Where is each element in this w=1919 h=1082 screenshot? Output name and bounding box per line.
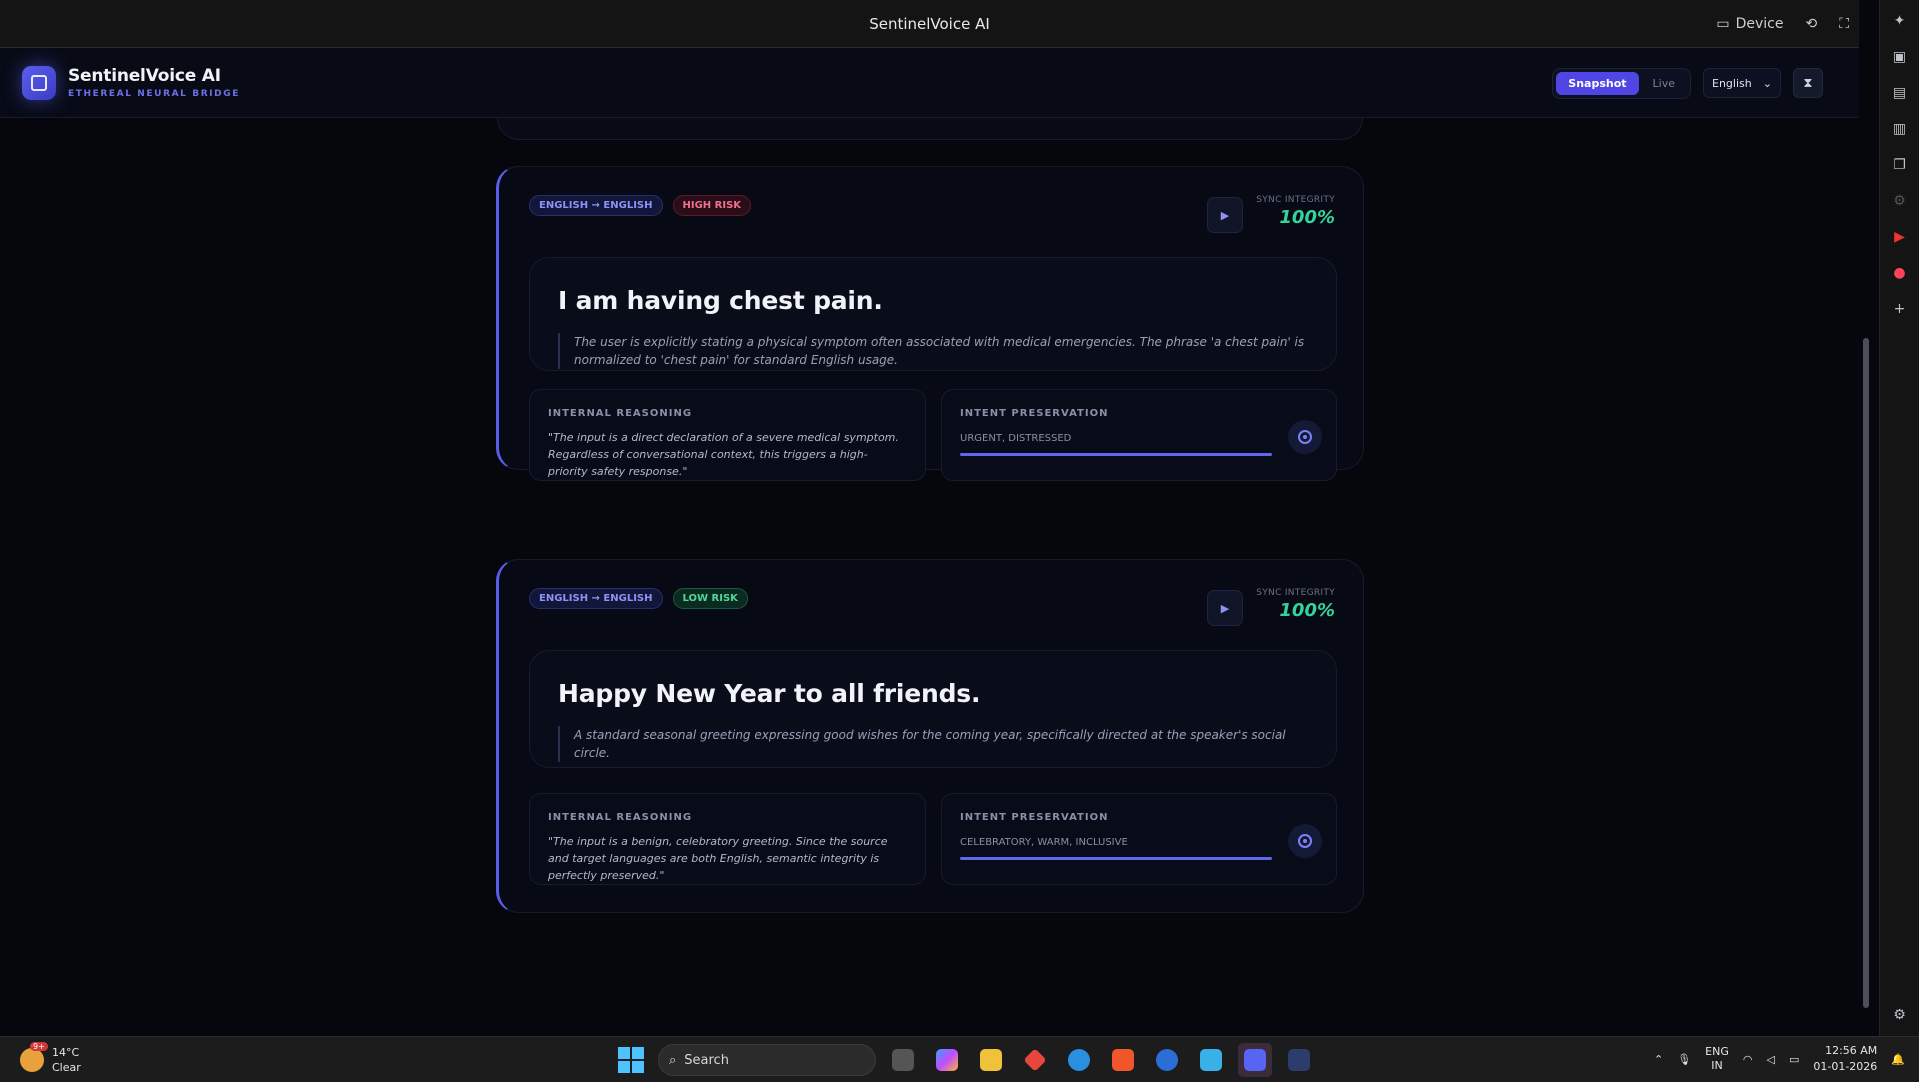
hourglass-icon: ⧗: [1803, 75, 1813, 91]
chip-logo-icon: [22, 65, 56, 100]
notification-bell-icon[interactable]: 🔔: [1891, 1053, 1905, 1066]
reasoning-text: "The input is a direct declaration of a …: [548, 431, 899, 478]
translation-note: The user is explicitly stating a physica…: [558, 333, 1308, 369]
taskbar-search[interactable]: ⌕ Search: [658, 1044, 876, 1076]
chevron-up-icon[interactable]: ⌃: [1654, 1053, 1663, 1066]
settings-small-icon[interactable]: ⚙: [1889, 190, 1911, 212]
language-select[interactable]: English ⌄: [1703, 68, 1781, 98]
youtube-icon[interactable]: ▶: [1889, 226, 1911, 248]
device-button[interactable]: ▭ Device: [1716, 16, 1783, 32]
task-view-icon[interactable]: [886, 1043, 920, 1077]
app-store-icon[interactable]: [1150, 1043, 1184, 1077]
copilot-icon[interactable]: [930, 1043, 964, 1077]
reasoning-text: "The input is a benign, celebratory gree…: [548, 835, 888, 882]
system-tray: ⌃ 🎙 ENG IN ◠ ◁ ▭ 12:56 AM 01-01-2026 🔔: [1654, 1043, 1905, 1075]
intent-tags: URGENT, DISTRESSED: [960, 433, 1072, 444]
sparkle-icon[interactable]: ✦: [1889, 10, 1911, 32]
app-header: SentinelVoice AI ETHEREAL NEURAL BRIDGE …: [0, 48, 1859, 118]
search-icon: ⌕: [669, 1052, 677, 1068]
microphone-icon[interactable]: 🎙: [1677, 1053, 1691, 1066]
translation-text: I am having chest pain.: [558, 286, 883, 315]
video-icon[interactable]: ▣: [1889, 46, 1911, 68]
volume-icon[interactable]: ◁: [1766, 1053, 1774, 1066]
gear-icon[interactable]: ⚙: [1889, 1004, 1911, 1026]
chevron-down-icon: ⌄: [1762, 76, 1772, 90]
weather-badge: 9+: [30, 1042, 48, 1051]
internal-reasoning-box: INTERNAL REASONING "The input is a benig…: [529, 793, 926, 885]
brand: SentinelVoice AI ETHEREAL NEURAL BRIDGE: [68, 66, 240, 99]
translation-text: Happy New Year to all friends.: [558, 679, 981, 708]
translation-panel: Happy New Year to all friends. A standar…: [529, 650, 1337, 768]
target-icon: [1288, 824, 1322, 858]
play-button[interactable]: ▶: [1207, 197, 1243, 233]
refresh-icon[interactable]: ⟲: [1805, 16, 1817, 32]
weather-widget[interactable]: 9+ 14°C Clear: [20, 1042, 81, 1075]
target-icon: [1288, 420, 1322, 454]
app-a-icon[interactable]: [1282, 1043, 1316, 1077]
notepad-icon[interactable]: [1194, 1043, 1228, 1077]
taskbar: 9+ 14°C Clear ⌕ Search ⌃ 🎙 ENG IN ◠ ◁ ▭: [0, 1036, 1919, 1082]
language-pair-badge: ENGLISH → ENGLISH: [529, 195, 663, 216]
start-button[interactable]: [614, 1043, 648, 1077]
reddit-icon[interactable]: ●: [1889, 262, 1911, 284]
reader-icon[interactable]: ❐: [1889, 154, 1911, 176]
clock[interactable]: 12:56 AM 01-01-2026: [1813, 1043, 1877, 1075]
scrollbar[interactable]: [1861, 60, 1869, 1032]
taskbar-apps: ⌕ Search: [614, 1043, 1316, 1077]
translation-panel: I am having chest pain. The user is expl…: [529, 257, 1337, 371]
intent-tags: CELEBRATORY, WARM, INCLUSIVE: [960, 837, 1128, 848]
browser-sidebar: ✦ ▣ ▤ ▥ ❐ ⚙ ▶ ● + ⚙: [1879, 0, 1919, 1036]
play-button[interactable]: ▶: [1207, 590, 1243, 626]
intent-progress-bar: [960, 857, 1272, 860]
windows-icon: [618, 1047, 644, 1073]
risk-badge: HIGH RISK: [672, 195, 752, 216]
app-name: SentinelVoice AI: [68, 66, 221, 86]
battery-icon[interactable]: ▭: [1789, 1053, 1799, 1066]
file-explorer-icon[interactable]: [974, 1043, 1008, 1077]
brave-browser-icon[interactable]: [1106, 1043, 1140, 1077]
weather-desc: Clear: [52, 1061, 81, 1074]
wallet-icon[interactable]: ▤: [1889, 82, 1911, 104]
discord-icon[interactable]: [1238, 1043, 1272, 1077]
sync-integrity: SYNC INTEGRITY 100%: [1256, 195, 1335, 228]
sync-integrity: SYNC INTEGRITY 100%: [1256, 588, 1335, 621]
app-red-icon[interactable]: [1018, 1043, 1052, 1077]
scrollbar-thumb[interactable]: [1863, 338, 1869, 1008]
intent-progress-bar: [960, 453, 1272, 456]
snapshot-mode-button[interactable]: Snapshot: [1556, 71, 1639, 95]
fullscreen-icon[interactable]: ⛶: [1839, 16, 1849, 32]
app-blue-icon[interactable]: [1062, 1043, 1096, 1077]
translation-note: A standard seasonal greeting expressing …: [558, 726, 1308, 762]
play-icon: ▶: [1220, 601, 1230, 615]
translation-card: ENGLISH → ENGLISH LOW RISK ▶ SYNC INTEGR…: [496, 559, 1364, 913]
app-tagline: ETHEREAL NEURAL BRIDGE: [68, 89, 240, 99]
risk-badge: LOW RISK: [672, 588, 748, 609]
sync-integrity-value: 100%: [1279, 207, 1335, 228]
intent-preservation-box: INTENT PRESERVATION CELEBRATORY, WARM, I…: [941, 793, 1337, 885]
mode-toggle: Snapshot Live: [1552, 67, 1691, 99]
wifi-icon[interactable]: ◠: [1743, 1053, 1753, 1066]
translation-card: ENGLISH → ENGLISH HIGH RISK ▶ SYNC INTEG…: [496, 166, 1364, 481]
play-icon: ▶: [1220, 208, 1230, 222]
input-language[interactable]: ENG IN: [1705, 1045, 1729, 1073]
weather-temp: 14°C: [52, 1046, 80, 1059]
device-icon: ▭: [1716, 16, 1730, 32]
window-title: SentinelVoice AI: [869, 14, 990, 33]
hourglass-button[interactable]: ⧗: [1793, 68, 1823, 98]
add-icon[interactable]: +: [1889, 298, 1911, 320]
header-controls: Snapshot Live English ⌄ ⧗: [1552, 48, 1823, 118]
window-title-bar: SentinelVoice AI: [0, 0, 1859, 48]
sync-integrity-value: 100%: [1279, 600, 1335, 621]
bookmark-icon[interactable]: ▥: [1889, 118, 1911, 140]
app-viewport: SentinelVoice AI ETHEREAL NEURAL BRIDGE …: [0, 48, 1859, 1036]
internal-reasoning-box: INTERNAL REASONING "The input is a direc…: [529, 389, 926, 481]
language-pair-badge: ENGLISH → ENGLISH: [529, 588, 663, 609]
intent-preservation-box: INTENT PRESERVATION URGENT, DISTRESSED: [941, 389, 1337, 481]
live-mode-button[interactable]: Live: [1641, 72, 1687, 95]
weather-icon: 9+: [20, 1042, 48, 1072]
window-controls: ▭ Device ⟲ ⛶: [1716, 0, 1849, 48]
